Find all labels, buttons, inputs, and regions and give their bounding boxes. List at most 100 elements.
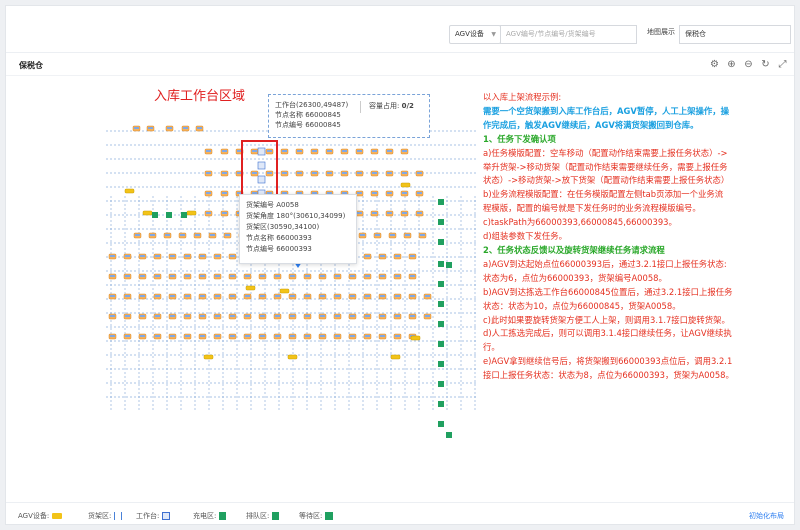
refresh-icon[interactable]: ↻ bbox=[760, 59, 771, 70]
charging-icon bbox=[438, 261, 444, 267]
chevron-down-icon: ▼ bbox=[491, 31, 496, 38]
shelf-top bbox=[180, 234, 185, 236]
shelf-top bbox=[275, 315, 280, 317]
shelf-top bbox=[327, 150, 332, 152]
reset-layout-button[interactable]: 初始化布局 bbox=[749, 511, 784, 521]
process-annotation: 以入库上架流程示例: 需要一个空货架搬到入库工作台后，AGV暂停，人工上架操作，… bbox=[483, 91, 795, 383]
shelf-top bbox=[305, 275, 310, 277]
shelf-top bbox=[282, 150, 287, 152]
shelf-top bbox=[110, 315, 115, 317]
annotation-line: 行。 bbox=[483, 342, 500, 353]
shelf-top bbox=[155, 315, 160, 317]
annotation-line: 举升货架->移动货架（配置动作结束需要继续任务，需要上报任务 bbox=[483, 161, 728, 172]
charging-icon bbox=[438, 361, 444, 367]
shelf-top bbox=[357, 212, 362, 214]
charging-icon bbox=[438, 239, 444, 245]
shelf-top bbox=[155, 295, 160, 297]
shelf-top bbox=[275, 275, 280, 277]
agv-icon bbox=[390, 354, 401, 360]
shelf-top bbox=[372, 212, 377, 214]
shelf-top bbox=[200, 335, 205, 337]
search-input[interactable]: AGV编号/节点编号/货架编号 bbox=[500, 25, 637, 44]
charging-icon bbox=[438, 219, 444, 225]
capacity-text: 容量占用: 0/2 bbox=[369, 101, 414, 111]
shelf-top bbox=[167, 127, 172, 129]
shelf-top bbox=[350, 295, 355, 297]
charging-icon bbox=[438, 199, 444, 205]
shelf-top bbox=[155, 275, 160, 277]
shelf-top bbox=[195, 234, 200, 236]
shelf-top bbox=[206, 172, 211, 174]
device-type-value: AGV设备 bbox=[455, 30, 484, 38]
shelf-top bbox=[365, 315, 370, 317]
shelf-top bbox=[125, 315, 130, 317]
workstation-tooltip: 工作台(26300,49487) 节点名称 66000845 节点编号 6600… bbox=[268, 94, 430, 138]
legend-label: 货架区: bbox=[88, 512, 112, 520]
shelf-top bbox=[170, 255, 175, 257]
shelf-top bbox=[125, 275, 130, 277]
legend-label: 等待区: bbox=[299, 512, 323, 520]
shelf-top bbox=[375, 234, 380, 236]
agv-icon bbox=[245, 285, 256, 291]
fullscreen-icon[interactable]: ⤢ bbox=[777, 59, 788, 70]
shelf-top bbox=[395, 255, 400, 257]
legend-shelf-zone: 货架区: bbox=[88, 511, 123, 521]
charging-icon bbox=[438, 301, 444, 307]
shelf-top bbox=[206, 212, 211, 214]
shelf-top bbox=[420, 234, 425, 236]
shelf-top bbox=[335, 315, 340, 317]
zoom-out-icon[interactable]: ⊖ bbox=[743, 59, 754, 70]
shelf-top bbox=[402, 192, 407, 194]
shelf-top bbox=[260, 315, 265, 317]
shelf-top bbox=[200, 295, 205, 297]
shelf-top bbox=[245, 295, 250, 297]
shelf-top bbox=[230, 295, 235, 297]
shelf-top bbox=[372, 150, 377, 152]
zoom-in-icon[interactable]: ⊕ bbox=[726, 59, 737, 70]
legend-label: 工作台: bbox=[136, 512, 160, 520]
agv-icon bbox=[400, 182, 411, 188]
agv-icon bbox=[203, 354, 214, 360]
shelf-top bbox=[320, 295, 325, 297]
annotation-line: c)taskPath为66000393,66000845,66000393。 bbox=[483, 217, 677, 228]
shelf-top bbox=[260, 335, 265, 337]
legend-label: AGV设备: bbox=[18, 512, 50, 520]
shelf-top bbox=[387, 150, 392, 152]
annotation-line: b)AGV到达拣选工作台66000845位置后，通过3.2.1接口上报任务 bbox=[483, 286, 733, 297]
shelf-top bbox=[410, 255, 415, 257]
shelf-top bbox=[200, 255, 205, 257]
settings-icon[interactable]: ⚙ bbox=[709, 59, 720, 70]
device-type-select[interactable]: AGV设备 ▼ bbox=[449, 25, 501, 44]
shelf-top bbox=[222, 150, 227, 152]
agv-icon bbox=[287, 354, 298, 360]
shelf-top bbox=[312, 150, 317, 152]
shelf-top bbox=[290, 275, 295, 277]
shelf-top bbox=[410, 295, 415, 297]
annotation-line: d)人工拣选完成后，则可以调用3.1.4接口继续任务，让AGV继续执 bbox=[483, 328, 732, 339]
map-display-label: 地图展示 bbox=[647, 28, 675, 36]
map-select[interactable]: 保税仓 bbox=[679, 25, 791, 44]
shelf-top bbox=[110, 275, 115, 277]
workstation-icon bbox=[162, 512, 171, 520]
shelf-top bbox=[305, 335, 310, 337]
shelf-top bbox=[327, 172, 332, 174]
shelf-top bbox=[395, 295, 400, 297]
charging-icon bbox=[219, 512, 227, 520]
legend-label: 排队区: bbox=[246, 512, 270, 520]
shelf-top bbox=[215, 335, 220, 337]
shelf-top bbox=[372, 172, 377, 174]
shelf-top bbox=[405, 234, 410, 236]
shelf-top bbox=[275, 335, 280, 337]
tooltip-line: 节点名称 66000845 bbox=[275, 111, 341, 119]
shelf-top bbox=[225, 234, 230, 236]
shelf-top bbox=[150, 234, 155, 236]
charging-icon bbox=[438, 341, 444, 347]
shelf-top bbox=[185, 275, 190, 277]
waiting-icon bbox=[325, 512, 334, 520]
shelf-top bbox=[140, 275, 145, 277]
agv-icon bbox=[52, 513, 63, 519]
shelf-top bbox=[134, 127, 139, 129]
shelf-top bbox=[402, 150, 407, 152]
legend-bar: AGV设备: 货架区: 工作台: 充电区: 排队区: 等待区: 初始化布局 bbox=[6, 502, 794, 524]
shelf-top bbox=[402, 212, 407, 214]
